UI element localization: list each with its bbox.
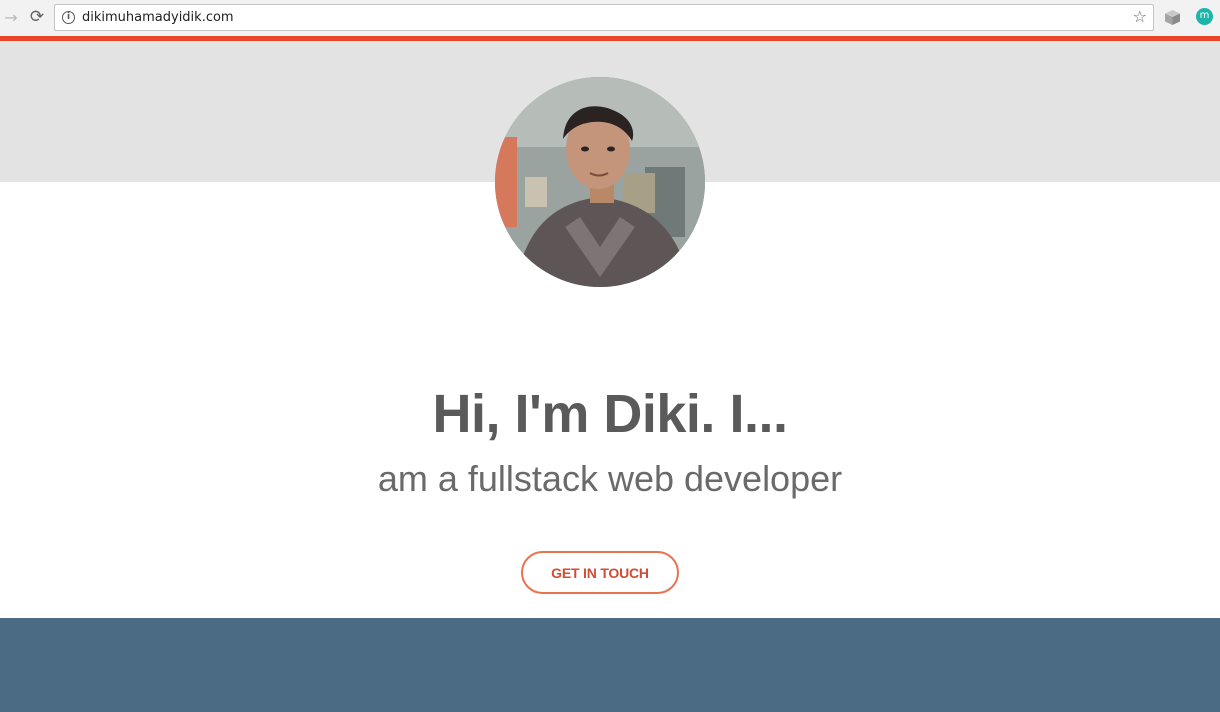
extension-cube-icon[interactable] [1164,9,1181,26]
url-text[interactable]: dikimuhamadyidik.com [82,10,234,25]
get-in-touch-button[interactable]: GET IN TOUCH [521,551,679,594]
info-icon[interactable]: i [62,11,75,24]
reload-icon[interactable]: ⟳ [26,6,48,28]
profile-photo [495,77,705,287]
browser-toolbar: → ⟳ i dikimuhamadyidik.com ☆ m [0,0,1220,36]
hero-subheadline: am a fullstack web developer [377,458,843,499]
profile-photo-illustration [495,77,705,287]
footer-section [0,618,1220,712]
bookmark-star-icon[interactable]: ☆ [1133,7,1147,26]
hero-headline: Hi, I'm Diki. I... [432,384,788,444]
forward-arrow-icon[interactable]: → [0,6,22,28]
address-bar[interactable]: i dikimuhamadyidik.com ☆ [54,4,1154,31]
extension-m-icon[interactable]: m [1196,8,1213,25]
